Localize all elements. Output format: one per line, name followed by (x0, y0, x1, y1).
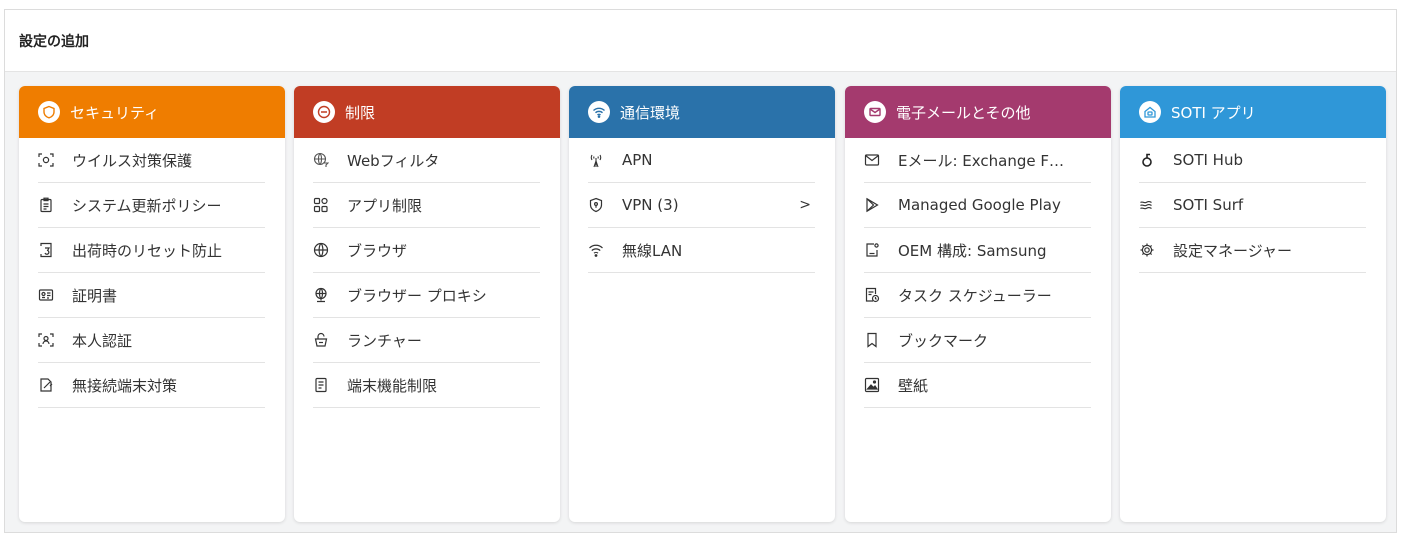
config-item-settings-manager[interactable]: 設定マネージャー (1139, 228, 1366, 273)
item-label: SOTI Hub (1173, 151, 1243, 169)
soti-hub-icon (1139, 152, 1155, 168)
item-label: Eメール: Exchange F… (898, 151, 1064, 170)
virus-scan-icon (38, 152, 54, 168)
page-title: 設定の追加 (5, 10, 1396, 72)
category-grid: セキュリティ ウイルス対策保護 システム更新ポリシー 出荷時のリセット防止 証明… (5, 72, 1396, 532)
phone-config-icon (864, 242, 880, 258)
mail-icon (864, 152, 880, 168)
config-item-email-exchange[interactable]: Eメール: Exchange F… (864, 138, 1091, 183)
disconnected-device-icon (38, 377, 54, 393)
item-label: ブックマーク (898, 331, 989, 350)
category-card-soti-apps: SOTI アプリ SOTI Hub SOTI Surf 設定マネージャー (1120, 86, 1386, 522)
config-item-browser[interactable]: ブラウザ (313, 228, 540, 273)
category-card-email-other: 電子メールとその他 Eメール: Exchange F… Managed Goog… (845, 86, 1111, 522)
add-configuration-panel: 設定の追加 セキュリティ ウイルス対策保護 システム更新ポリシー 出荷時のリセッ… (4, 9, 1397, 533)
item-label: ランチャー (347, 331, 422, 350)
item-label: アプリ制限 (347, 196, 423, 215)
item-label: Webフィルタ (347, 151, 440, 170)
wifi-icon (588, 242, 604, 258)
category-card-restrictions: 制限 Webフィルタ アプリ制限 ブラウザ ブラウザー プロキシ ランチャー 端… (294, 86, 560, 522)
apps-grid-icon (313, 197, 329, 213)
gear-icon (1139, 242, 1155, 258)
no-entry-icon (313, 101, 335, 123)
config-item-oem-config-samsung[interactable]: OEM 構成: Samsung (864, 228, 1091, 273)
certificate-icon (38, 287, 54, 303)
config-item-browser-proxy[interactable]: ブラウザー プロキシ (313, 273, 540, 318)
config-item-antivirus[interactable]: ウイルス対策保護 (38, 138, 265, 183)
item-label: タスク スケジューラー (898, 286, 1052, 305)
item-label: APN (622, 151, 653, 169)
config-item-system-update-policy[interactable]: システム更新ポリシー (38, 183, 265, 228)
config-item-device-feature-control[interactable]: 端末機能制限 (313, 363, 540, 408)
chevron-right-icon: > (799, 197, 811, 213)
item-label: システム更新ポリシー (72, 196, 222, 215)
proxy-globe-icon (313, 287, 329, 303)
category-header-connectivity: 通信環境 (569, 86, 835, 138)
bookmark-icon (864, 332, 880, 348)
category-title: セキュリティ (70, 103, 160, 122)
device-features-icon (313, 377, 329, 393)
config-item-managed-google-play[interactable]: Managed Google Play (864, 183, 1091, 228)
globe-icon (313, 242, 329, 258)
item-label: ブラウザー プロキシ (347, 286, 487, 305)
config-item-certificates[interactable]: 証明書 (38, 273, 265, 318)
category-header-security: セキュリティ (19, 86, 285, 138)
mail-icon (864, 101, 886, 123)
config-item-factory-reset-protection[interactable]: 出荷時のリセット防止 (38, 228, 265, 273)
config-item-wallpaper[interactable]: 壁紙 (864, 363, 1091, 408)
config-item-soti-hub[interactable]: SOTI Hub (1139, 138, 1366, 183)
category-card-security: セキュリティ ウイルス対策保護 システム更新ポリシー 出荷時のリセット防止 証明… (19, 86, 285, 522)
config-item-disconnected-device[interactable]: 無接続端末対策 (38, 363, 265, 408)
item-label: SOTI Surf (1173, 196, 1244, 214)
category-card-connectivity: 通信環境 APN VPN (3) > 無線LAN (569, 86, 835, 522)
category-title: SOTI アプリ (1171, 103, 1256, 122)
config-item-app-restrictions[interactable]: アプリ制限 (313, 183, 540, 228)
item-label: 出荷時のリセット防止 (72, 241, 223, 260)
config-item-apn[interactable]: APN (588, 138, 815, 183)
item-label: 本人認証 (72, 331, 133, 350)
item-label: 無線LAN (622, 241, 683, 260)
config-item-web-filter[interactable]: Webフィルタ (313, 138, 540, 183)
identity-icon (38, 332, 54, 348)
reset-icon (38, 242, 54, 258)
clipboard-icon (38, 197, 54, 213)
config-item-bookmarks[interactable]: ブックマーク (864, 318, 1091, 363)
item-label: ウイルス対策保護 (72, 151, 193, 170)
launcher-icon (313, 332, 329, 348)
item-label: 設定マネージャー (1173, 241, 1292, 260)
item-label: ブラウザ (347, 241, 408, 260)
category-header-email-other: 電子メールとその他 (845, 86, 1111, 138)
wifi-icon (588, 101, 610, 123)
soti-app-icon (1139, 101, 1161, 123)
soti-surf-icon (1139, 197, 1155, 213)
item-label: VPN (3) (622, 196, 679, 214)
category-title: 通信環境 (620, 103, 681, 122)
config-item-launcher[interactable]: ランチャー (313, 318, 540, 363)
vpn-shield-icon (588, 197, 604, 213)
task-scheduler-icon (864, 287, 880, 303)
category-header-restrictions: 制限 (294, 86, 560, 138)
item-label: 端末機能制限 (347, 376, 438, 395)
item-label: 証明書 (72, 286, 118, 305)
category-header-soti-apps: SOTI アプリ (1120, 86, 1386, 138)
item-label: Managed Google Play (898, 196, 1061, 214)
play-icon (864, 197, 880, 213)
item-label: OEM 構成: Samsung (898, 241, 1047, 260)
config-item-task-scheduler[interactable]: タスク スケジューラー (864, 273, 1091, 318)
config-item-wifi[interactable]: 無線LAN (588, 228, 815, 273)
antenna-icon (588, 152, 604, 168)
item-label: 壁紙 (898, 376, 929, 395)
web-filter-icon (313, 152, 329, 168)
config-item-soti-surf[interactable]: SOTI Surf (1139, 183, 1366, 228)
config-item-vpn[interactable]: VPN (3) > (588, 183, 815, 228)
category-title: 制限 (345, 103, 376, 122)
item-label: 無接続端末対策 (72, 376, 178, 395)
shield-icon (38, 101, 60, 123)
config-item-authentication[interactable]: 本人認証 (38, 318, 265, 363)
wallpaper-icon (864, 377, 880, 393)
category-title: 電子メールとその他 (896, 103, 1031, 122)
